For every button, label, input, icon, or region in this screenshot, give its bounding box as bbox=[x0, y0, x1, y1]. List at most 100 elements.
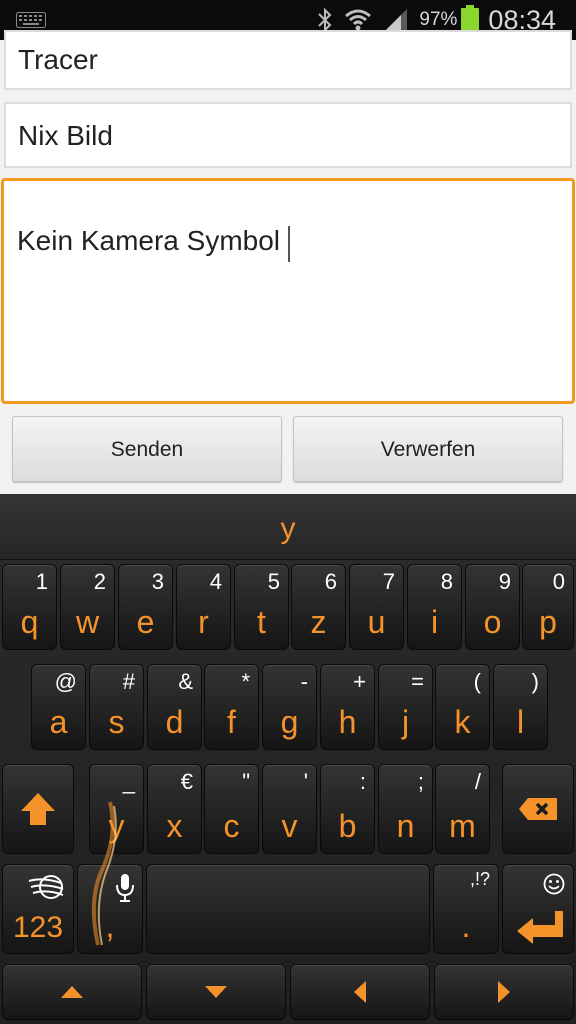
key-secondary: 9 bbox=[498, 569, 511, 594]
key-secondary: : bbox=[359, 769, 366, 794]
arrow-left-icon bbox=[354, 981, 366, 1003]
battery-percent: 97% bbox=[419, 9, 458, 30]
key-primary: a bbox=[49, 704, 68, 740]
key-primary: m bbox=[449, 808, 476, 844]
key-secondary: ; bbox=[417, 769, 424, 794]
key-f[interactable]: * f bbox=[204, 664, 259, 750]
key-primary: v bbox=[281, 808, 298, 844]
key-g[interactable]: -g bbox=[262, 664, 317, 750]
key-primary: r bbox=[198, 604, 209, 640]
period-key[interactable]: ,!? . bbox=[433, 864, 499, 954]
key-q[interactable]: 1q bbox=[2, 564, 57, 650]
key-primary: n bbox=[396, 808, 415, 844]
key-secondary: 0 bbox=[552, 569, 565, 594]
key-t[interactable]: 5t bbox=[234, 564, 289, 650]
tracer-field-value: Tracer bbox=[18, 44, 98, 75]
key-n[interactable]: ; n bbox=[378, 764, 433, 854]
key-primary: k bbox=[454, 704, 471, 740]
key-r[interactable]: 4r bbox=[176, 564, 231, 650]
text-cursor bbox=[288, 226, 290, 262]
key-o[interactable]: 9o bbox=[465, 564, 520, 650]
key-secondary: 4 bbox=[209, 569, 222, 594]
key-m[interactable]: / m bbox=[435, 764, 490, 854]
key-secondary: 8 bbox=[440, 569, 453, 594]
message-field-value: Kein Kamera Symbol bbox=[17, 225, 281, 256]
key-primary: h bbox=[338, 704, 357, 740]
key-a[interactable]: @ a bbox=[31, 664, 86, 750]
key-primary: x bbox=[166, 808, 183, 844]
enter-icon bbox=[517, 911, 563, 944]
key-secondary: / bbox=[474, 769, 481, 794]
subject-field-value: Nix Bild bbox=[18, 120, 113, 151]
key-primary: i bbox=[430, 604, 439, 640]
key-primary: j bbox=[401, 704, 410, 740]
backspace-key[interactable] bbox=[502, 764, 574, 854]
arrow-up-icon bbox=[61, 986, 83, 998]
period-key-secondary: ,!? bbox=[469, 869, 490, 889]
key-b[interactable]: :b bbox=[320, 764, 375, 854]
key-secondary: _ bbox=[122, 769, 135, 794]
key-secondary: 3 bbox=[151, 569, 164, 594]
key-secondary: 2 bbox=[93, 569, 106, 594]
key-primary: p bbox=[539, 604, 557, 640]
key-primary: w bbox=[75, 604, 100, 640]
key-primary: d bbox=[165, 704, 184, 740]
arrow-right-key[interactable] bbox=[434, 964, 574, 1020]
message-field[interactable]: Kein Kamera Symbol bbox=[1, 178, 575, 404]
key-secondary: # bbox=[122, 669, 135, 694]
key-primary: g bbox=[280, 704, 299, 740]
key-l[interactable]: ) l bbox=[493, 664, 548, 750]
key-h[interactable]: + h bbox=[320, 664, 375, 750]
key-primary: l bbox=[516, 704, 525, 740]
key-s[interactable]: # s bbox=[89, 664, 144, 750]
key-k[interactable]: (k bbox=[435, 664, 490, 750]
key-x[interactable]: € x bbox=[147, 764, 202, 854]
key-c[interactable]: " c bbox=[204, 764, 259, 854]
key-u[interactable]: 7u bbox=[349, 564, 404, 650]
arrow-left-key[interactable] bbox=[290, 964, 430, 1020]
key-primary: o bbox=[483, 604, 502, 640]
key-secondary: 6 bbox=[324, 569, 337, 594]
key-primary: q bbox=[20, 604, 39, 640]
key-primary: s bbox=[108, 704, 125, 740]
key-secondary: ( bbox=[473, 669, 481, 694]
arrow-right-icon bbox=[498, 981, 510, 1003]
enter-key[interactable] bbox=[502, 864, 574, 954]
smiley-icon bbox=[543, 873, 565, 895]
discard-button[interactable]: Verwerfen bbox=[293, 416, 563, 482]
send-button[interactable]: Senden bbox=[12, 416, 282, 482]
key-j[interactable]: = j bbox=[378, 664, 433, 750]
key-secondary: + bbox=[353, 669, 366, 694]
subject-field[interactable]: Nix Bild bbox=[4, 102, 572, 168]
numbers-key-label: 123 bbox=[12, 911, 64, 944]
key-secondary: = bbox=[411, 669, 424, 694]
key-secondary: 7 bbox=[382, 569, 395, 594]
key-p[interactable]: 0p bbox=[522, 564, 574, 650]
key-d[interactable]: & d bbox=[147, 664, 202, 750]
shift-icon bbox=[21, 793, 55, 825]
arrow-up-key[interactable] bbox=[2, 964, 142, 1020]
space-key[interactable] bbox=[146, 864, 430, 954]
key-secondary: " bbox=[242, 769, 250, 794]
key-e[interactable]: 3e bbox=[118, 564, 173, 650]
prediction-bar: y bbox=[0, 494, 576, 560]
prediction-word[interactable]: y bbox=[0, 512, 576, 546]
key-secondary: * bbox=[241, 669, 250, 694]
key-secondary: 5 bbox=[267, 569, 280, 594]
key-i[interactable]: 8i bbox=[407, 564, 462, 650]
tracer-field[interactable]: Tracer bbox=[4, 30, 572, 90]
key-primary: c bbox=[223, 808, 240, 844]
key-secondary: € bbox=[180, 769, 193, 794]
key-secondary: 1 bbox=[35, 569, 48, 594]
shift-key[interactable] bbox=[2, 764, 74, 854]
swype-trail bbox=[91, 801, 117, 946]
numbers-key[interactable]: 123 bbox=[2, 864, 74, 954]
key-primary: u bbox=[367, 604, 386, 640]
key-z[interactable]: 6z bbox=[291, 564, 346, 650]
arrow-down-key[interactable] bbox=[146, 964, 286, 1020]
key-v[interactable]: ' v bbox=[262, 764, 317, 854]
key-w[interactable]: 2w bbox=[60, 564, 115, 650]
key-secondary: - bbox=[300, 669, 308, 694]
swype-logo-icon bbox=[28, 875, 64, 899]
backspace-icon bbox=[519, 798, 557, 820]
